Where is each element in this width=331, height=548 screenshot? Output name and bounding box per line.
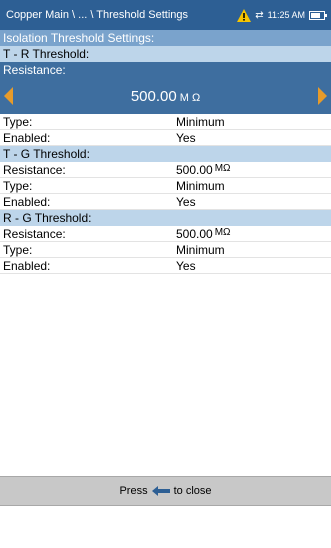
tg-resistance-row[interactable]: Resistance: 500.00 MΩ: [0, 162, 331, 178]
rg-type-label: Type:: [3, 243, 33, 257]
title-breadcrumb[interactable]: Copper Main \ ... \ Threshold Settings: [6, 9, 188, 21]
tg-type-row[interactable]: Type: Minimum: [0, 178, 331, 194]
tr-enabled-row[interactable]: Enabled: Yes: [0, 130, 331, 146]
rg-enabled-label: Enabled:: [3, 259, 51, 273]
decrease-arrow-icon[interactable]: [4, 87, 13, 105]
battery-icon: [309, 10, 327, 20]
rg-type-row[interactable]: Type: Minimum: [0, 242, 331, 258]
tr-resistance-label: Resistance:: [0, 62, 331, 78]
rg-resistance-row[interactable]: Resistance: 500.00 MΩ: [0, 226, 331, 242]
tg-resistance-unit: MΩ: [214, 163, 231, 174]
tr-type-row[interactable]: Type: Minimum: [0, 114, 331, 130]
increase-arrow-icon[interactable]: [318, 87, 327, 105]
tr-resistance-value-display[interactable]: 500.00 M Ω: [131, 88, 200, 105]
isolation-settings-title: Isolation Threshold Settings:: [0, 30, 331, 46]
rg-resistance-unit: MΩ: [214, 227, 231, 238]
tg-enabled-row[interactable]: Enabled: Yes: [0, 194, 331, 210]
close-hint-bar[interactable]: Press to close: [0, 476, 331, 506]
tr-resistance-editor[interactable]: 500.00 M Ω: [0, 78, 331, 114]
tr-type-label: Type:: [3, 115, 33, 129]
to-close-label: to close: [173, 485, 212, 497]
rg-enabled-value: Yes: [176, 259, 196, 273]
press-label: Press: [119, 485, 148, 497]
rg-resistance-label: Resistance:: [3, 227, 66, 241]
tg-enabled-value: Yes: [176, 195, 196, 209]
rg-threshold-header: R - G Threshold:: [0, 210, 331, 226]
tr-threshold-header: T - R Threshold:: [0, 46, 331, 62]
rg-enabled-row[interactable]: Enabled: Yes: [0, 258, 331, 274]
tg-resistance-label: Resistance:: [3, 163, 66, 177]
clock: 11:25 AM: [267, 10, 305, 20]
warning-icon[interactable]: [237, 8, 252, 22]
back-arrow-icon: [151, 486, 170, 496]
link-icon: ⇄: [255, 9, 264, 21]
title-bar: Copper Main \ ... \ Threshold Settings ⇄…: [0, 0, 331, 30]
tg-threshold-header: T - G Threshold:: [0, 146, 331, 162]
rg-resistance-value: 500.00: [176, 227, 213, 241]
tg-type-label: Type:: [3, 179, 33, 193]
status-area: ⇄ 11:25 AM: [237, 8, 327, 22]
tr-type-value: Minimum: [176, 115, 225, 129]
rg-type-value: Minimum: [176, 243, 225, 257]
tr-resistance-unit: M Ω: [179, 91, 201, 104]
tg-resistance-value: 500.00: [176, 163, 213, 177]
tr-enabled-value: Yes: [176, 131, 196, 145]
tg-type-value: Minimum: [176, 179, 225, 193]
tr-enabled-label: Enabled:: [3, 131, 51, 145]
tr-resistance-value: 500.00: [130, 87, 177, 105]
tg-enabled-label: Enabled:: [3, 195, 51, 209]
